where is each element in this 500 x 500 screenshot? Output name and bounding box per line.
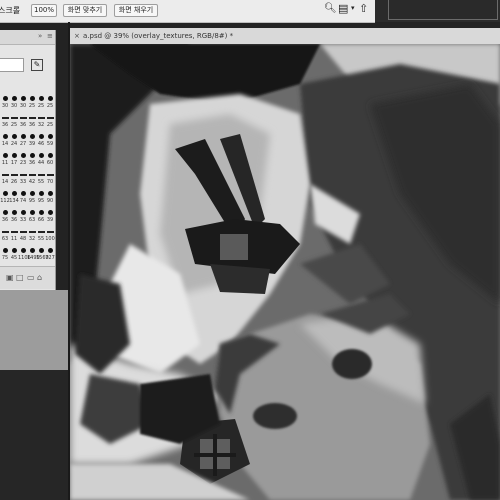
trash-icon[interactable]: ⌂ bbox=[37, 273, 42, 282]
brush-preset-item[interactable] bbox=[47, 134, 53, 139]
scrubby-zoom-label[interactable]: 스크롤 bbox=[0, 5, 20, 16]
brush-panel-footer: ▣ □ ▭ ⌂ bbox=[0, 266, 55, 289]
brush-preset-item[interactable] bbox=[38, 174, 45, 176]
brush-preset-item[interactable] bbox=[29, 153, 35, 158]
brush-panel: » ≡ ✎ 30 30 30 25 25 25 36 25 36 36 32 25 14 24 27 39 46… bbox=[0, 30, 56, 290]
fit-screen-button[interactable]: 화면 맞추기 bbox=[63, 4, 107, 17]
folder-icon[interactable]: ▭ bbox=[27, 273, 35, 282]
brush-size-label: 25 bbox=[46, 103, 54, 109]
fill-screen-button[interactable]: 화면 채우기 bbox=[114, 4, 158, 17]
brush-preset-icon[interactable]: ▣ bbox=[6, 273, 14, 282]
brush-preset-item[interactable] bbox=[47, 96, 53, 101]
artwork-canvas[interactable] bbox=[70, 44, 500, 500]
chevron-down-icon[interactable]: ▾ bbox=[351, 4, 355, 12]
brush-panel-tab: » ≡ bbox=[0, 30, 55, 45]
brush-preset-item[interactable] bbox=[2, 117, 9, 119]
brush-preset-item[interactable] bbox=[11, 96, 17, 101]
brush-preset-item[interactable] bbox=[47, 174, 54, 176]
brush-preset-item[interactable] bbox=[20, 248, 26, 253]
brush-preset-item[interactable] bbox=[2, 96, 8, 101]
edit-brush-icon[interactable]: ✎ bbox=[31, 59, 43, 71]
brush-preset-item[interactable] bbox=[38, 153, 44, 158]
brush-preset-item[interactable] bbox=[2, 191, 8, 196]
brush-preset-item[interactable] bbox=[47, 210, 53, 215]
brush-preset-item[interactable] bbox=[47, 248, 53, 253]
document-title: a.psd @ 39% (overlay_textures, RGB/8#) * bbox=[83, 32, 234, 40]
brush-preset-item[interactable] bbox=[20, 134, 26, 139]
brush-preset-item[interactable] bbox=[29, 117, 36, 119]
canvas[interactable] bbox=[70, 44, 500, 500]
brush-preset-item[interactable] bbox=[29, 191, 35, 196]
brush-preset-item[interactable] bbox=[29, 210, 35, 215]
brush-preset-item[interactable] bbox=[2, 174, 9, 176]
left-dark-area bbox=[0, 370, 70, 500]
brush-size-label: 60 bbox=[46, 160, 54, 166]
brush-preset-item[interactable] bbox=[11, 248, 17, 253]
brush-size-label: 59 bbox=[46, 141, 54, 147]
brush-preset-item[interactable] bbox=[38, 210, 44, 215]
brush-preset-item[interactable] bbox=[38, 117, 45, 119]
brush-preset-item[interactable] bbox=[38, 191, 44, 196]
brush-preset-item[interactable] bbox=[11, 134, 17, 139]
brush-preset-item[interactable] bbox=[29, 174, 36, 176]
brush-preset-item[interactable] bbox=[47, 117, 54, 119]
new-brush-icon[interactable]: □ bbox=[16, 273, 24, 282]
brush-preset-item[interactable] bbox=[2, 210, 8, 215]
brush-preset-item[interactable] bbox=[20, 210, 26, 215]
brush-preset-item[interactable] bbox=[11, 210, 17, 215]
brush-size-label: 25 bbox=[46, 122, 54, 128]
brush-size-label: 727 bbox=[45, 255, 55, 261]
brush-size-label: 90 bbox=[46, 198, 54, 204]
options-bar: 스크롤 100% 화면 맞추기 화면 채우기 🔍︎ ▤ ▾ ⇧ bbox=[0, 0, 375, 23]
brush-preset-item[interactable] bbox=[20, 96, 26, 101]
brush-preset-item[interactable] bbox=[11, 174, 18, 176]
brush-preset-item[interactable] bbox=[47, 153, 53, 158]
brush-preset-item[interactable] bbox=[29, 231, 36, 233]
brush-preset-item[interactable] bbox=[29, 134, 35, 139]
brush-preset-item[interactable] bbox=[2, 231, 9, 233]
brush-size-label: 100 bbox=[45, 236, 55, 242]
brush-preset-item[interactable] bbox=[2, 153, 8, 158]
brush-preset-item[interactable] bbox=[11, 191, 17, 196]
brush-preset-item[interactable] bbox=[29, 96, 35, 101]
workspace-icon[interactable]: ▤ bbox=[338, 2, 348, 15]
brush-preset-item[interactable] bbox=[11, 117, 18, 119]
share-icon[interactable]: ⇧ bbox=[359, 2, 368, 15]
brush-size-label: 39 bbox=[46, 217, 54, 223]
panel-menu-icon[interactable]: ≡ bbox=[47, 32, 53, 40]
brush-preset-item[interactable] bbox=[20, 231, 27, 233]
left-gray-area bbox=[0, 290, 68, 370]
brush-preset-item[interactable] bbox=[2, 134, 8, 139]
brush-preset-item[interactable] bbox=[38, 134, 44, 139]
brush-preset-item[interactable] bbox=[47, 191, 53, 196]
brush-preset-item[interactable] bbox=[11, 153, 17, 158]
brush-preset-item[interactable] bbox=[20, 174, 27, 176]
brush-preset-item[interactable] bbox=[38, 248, 44, 253]
panel-collapse-icon[interactable]: » bbox=[38, 32, 42, 40]
brush-preset-item[interactable] bbox=[47, 231, 54, 233]
brush-preset-item[interactable] bbox=[11, 231, 18, 233]
right-panel-frame bbox=[388, 0, 498, 20]
search-icon[interactable]: 🔍︎ bbox=[324, 3, 337, 14]
close-icon[interactable]: × bbox=[74, 28, 80, 44]
brush-search-input[interactable] bbox=[0, 58, 24, 72]
brush-preset-item[interactable] bbox=[2, 248, 8, 253]
brush-preset-item[interactable] bbox=[20, 117, 27, 119]
brush-preset-item[interactable] bbox=[29, 248, 35, 253]
brush-preset-item[interactable] bbox=[38, 231, 45, 233]
document-tab[interactable]: × a.psd @ 39% (overlay_textures, RGB/8#)… bbox=[70, 28, 500, 45]
brush-size-label: 70 bbox=[46, 179, 54, 185]
brush-preset-item[interactable] bbox=[20, 153, 26, 158]
document-window: × a.psd @ 39% (overlay_textures, RGB/8#)… bbox=[70, 28, 500, 500]
zoom-100-button[interactable]: 100% bbox=[31, 4, 57, 17]
brush-preset-item[interactable] bbox=[38, 96, 44, 101]
brush-preset-item[interactable] bbox=[20, 191, 26, 196]
